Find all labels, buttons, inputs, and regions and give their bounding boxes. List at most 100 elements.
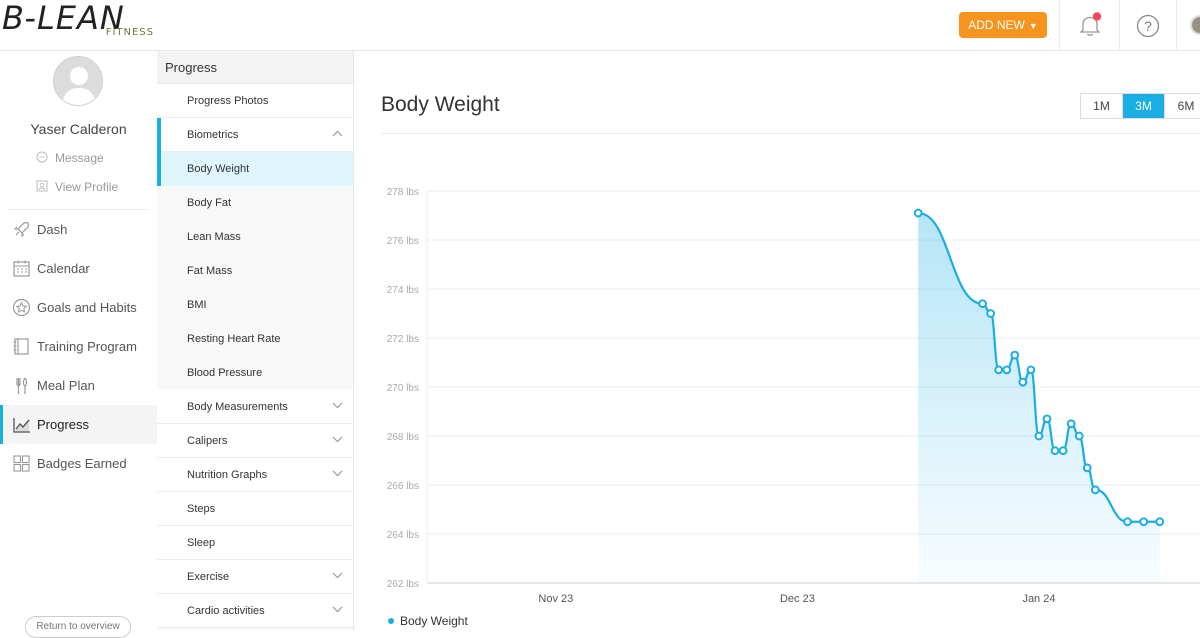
calendar-icon [13, 260, 30, 277]
data-point[interactable] [994, 365, 1004, 375]
subnav-item-body-fat[interactable]: Body Fat [157, 186, 353, 220]
add-new-label: ADD NEW [968, 18, 1025, 32]
notification-bell-icon[interactable] [1076, 11, 1104, 39]
data-point[interactable] [1018, 377, 1028, 387]
logo-subtitle: FITNESS [105, 27, 154, 38]
data-point[interactable] [1074, 431, 1084, 441]
grid-icon [13, 455, 30, 472]
subnav-item-label: Body Weight [187, 163, 250, 175]
view-profile-label: View Profile [55, 180, 119, 194]
data-point[interactable] [1155, 517, 1165, 527]
avatar[interactable] [53, 56, 103, 106]
subnav-item-label: Calipers [187, 435, 228, 447]
toolbar-divider [1059, 0, 1060, 51]
y-tick-label: 268 lbs [387, 432, 419, 443]
trend-chart-icon [13, 418, 30, 433]
subnav-item-label: Fat Mass [187, 265, 233, 277]
y-tick-label: 270 lbs [387, 383, 419, 394]
data-point[interactable] [1058, 446, 1068, 456]
return-to-overview-button[interactable]: Return to overview [25, 616, 131, 638]
subnav-item-body-measurements[interactable]: Body Measurements [157, 390, 353, 424]
subnav-item-label: Resting Heart Rate [187, 333, 281, 345]
data-point[interactable] [1010, 350, 1020, 360]
notification-dot [1092, 12, 1102, 21]
subnav-item-label: Lean Mass [187, 231, 241, 243]
subnav-item-label: Body Measurements [187, 401, 288, 413]
chevron-down-icon[interactable] [332, 436, 343, 443]
data-point[interactable] [1034, 431, 1044, 441]
message-link[interactable]: Message [36, 151, 104, 165]
data-point[interactable] [1002, 365, 1012, 375]
notebook-icon [13, 338, 29, 355]
message-label: Message [55, 151, 104, 165]
profile-card-icon [36, 180, 48, 192]
subnav-item-cardio-activities[interactable]: Cardio activities [157, 594, 353, 628]
left-sidebar: Yaser Calderon Message View Profile Dash… [0, 51, 157, 638]
sidebar-item-goals-and-habits[interactable]: Goals and Habits [0, 288, 157, 327]
chevron-down-icon[interactable] [332, 402, 343, 409]
data-point[interactable] [913, 208, 923, 218]
chevron-down-icon[interactable] [332, 606, 343, 613]
subnav-item-label: Body Fat [187, 197, 232, 209]
subnav-item-fat-mass[interactable]: Fat Mass [157, 254, 353, 288]
chevron-down-icon[interactable] [332, 470, 343, 477]
brand-logo[interactable]: B-LEAN FITNESS [2, 0, 158, 40]
range-button-6m[interactable]: 6M [1165, 94, 1200, 118]
range-button-1m[interactable]: 1M [1081, 94, 1123, 118]
y-tick-label: 276 lbs [387, 236, 419, 247]
sidebar-item-training-program[interactable]: Training Program [0, 327, 157, 366]
title-divider [381, 133, 1200, 134]
sidebar-item-badges-earned[interactable]: Badges Earned [0, 444, 157, 483]
y-tick-label: 266 lbs [387, 481, 419, 492]
add-new-button[interactable]: ADD NEW ▼ [959, 12, 1047, 38]
chevron-down-icon[interactable] [332, 572, 343, 579]
sidebar-item-dash[interactable]: Dash [0, 210, 157, 249]
sidebar-item-label: Goals and Habits [37, 300, 137, 315]
sidebar-item-progress[interactable]: Progress [0, 405, 157, 444]
subnav-item-steps[interactable]: Steps [157, 492, 353, 526]
data-point[interactable] [986, 309, 996, 318]
data-point[interactable] [1123, 517, 1132, 527]
chevron-up-icon[interactable] [332, 130, 343, 137]
data-point[interactable] [1050, 446, 1060, 456]
data-point[interactable] [1066, 419, 1076, 429]
subnav-item-exercise[interactable]: Exercise [157, 560, 353, 594]
user-menu-avatar[interactable] [1190, 15, 1200, 35]
subnav-item-label: BMI [187, 299, 207, 311]
subnav-item-nutrition-graphs[interactable]: Nutrition Graphs [157, 458, 353, 492]
subnav-item-label: Nutrition Graphs [187, 469, 268, 481]
data-point[interactable] [1139, 517, 1149, 527]
body-weight-chart: 278 lbs 276 lbs 274 lbs 272 lbs 270 lbs 268 l… [387, 187, 1200, 605]
subnav-item-calipers[interactable]: Calipers [157, 424, 353, 458]
sidebar-item-label: Progress [37, 417, 90, 432]
main-content: Body Weight 1M 3M 6M 278 lbs 276 lbs 274 lbs… [354, 51, 1200, 630]
profile-name: Yaser Calderon [30, 121, 127, 137]
data-point[interactable] [1082, 463, 1092, 473]
subnav-item-label: Steps [187, 503, 216, 515]
subnav-item-progress-photos[interactable]: Progress Photos [157, 84, 353, 118]
subnav-item-lean-mass[interactable]: Lean Mass [157, 220, 353, 254]
subnav-item-body-weight[interactable]: Body Weight [157, 152, 353, 186]
subnav-item-bmi[interactable]: BMI [157, 288, 353, 322]
subnav-item-biometrics[interactable]: Biometrics [157, 118, 353, 152]
y-tick-label: 264 lbs [387, 530, 419, 541]
data-point[interactable] [1090, 485, 1100, 495]
x-tick-label: Dec 23 [780, 593, 815, 605]
data-point[interactable] [978, 299, 987, 309]
star-badge-icon [12, 298, 31, 317]
data-point[interactable] [1026, 365, 1036, 375]
toolbar-divider [1119, 0, 1120, 51]
sidebar-item-meal-plan[interactable]: Meal Plan [0, 366, 157, 405]
rocket-icon [13, 222, 29, 238]
view-profile-link[interactable]: View Profile [36, 180, 118, 194]
sidebar-item-calendar[interactable]: Calendar [0, 249, 157, 288]
subnav-item-resting-heart-rate[interactable]: Resting Heart Rate [157, 322, 353, 356]
data-point[interactable] [1042, 414, 1052, 424]
subnav-item-sleep[interactable]: Sleep [157, 526, 353, 560]
chart-legend[interactable]: Body Weight [388, 614, 468, 628]
help-icon[interactable]: ? [1136, 14, 1160, 38]
subnav-item-blood-pressure[interactable]: Blood Pressure [157, 356, 353, 390]
y-tick-label: 272 lbs [387, 334, 419, 345]
range-button-3m[interactable]: 3M [1123, 94, 1165, 118]
subnav-header: Progress [157, 51, 353, 84]
